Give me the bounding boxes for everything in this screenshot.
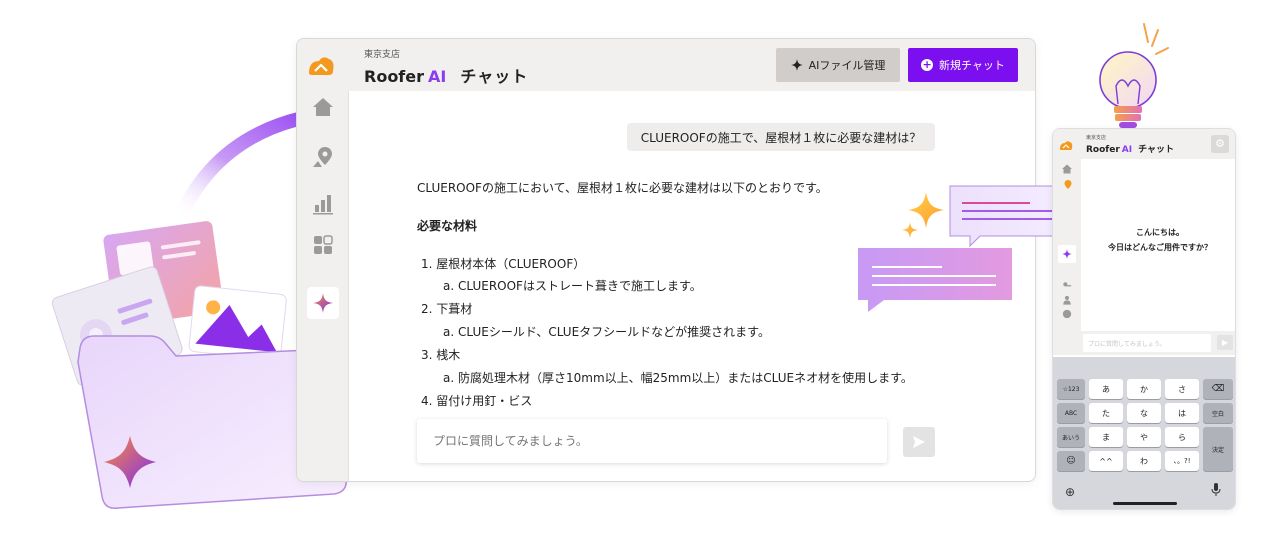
ai-file-management-label: AIファイル管理 [808,59,886,72]
phone-title-ai: AI [1121,145,1133,155]
new-chat-button[interactable]: + 新規チャット [908,48,1018,82]
list-item-3: 3. 桟木 [421,348,461,362]
user-icon[interactable] [1062,295,1072,305]
key-space[interactable]: 空白 [1203,403,1233,423]
send-icon [913,436,925,448]
map-pin-icon[interactable] [311,145,335,169]
key-backspace[interactable]: ⌫ [1203,379,1233,399]
microphone-icon[interactable] [1211,483,1221,497]
key-ra[interactable]: ら [1165,427,1199,447]
user-message-bubble: CLUEROOFの施工で、屋根材１枚に必要な建材は？ [627,123,935,151]
list-item-1: 1. 屋根材本体（CLUEROOF） [421,257,586,271]
answer-heading: 必要な材料 [417,219,478,233]
key-a[interactable]: あ [1089,379,1123,399]
chart-icon[interactable] [311,191,335,215]
phone-greeting-line-1: こんにちは。 [1136,228,1184,237]
key-icon[interactable] [1062,281,1072,291]
key-kaomoji[interactable]: ^^ [1089,451,1123,471]
sidebar [297,91,349,481]
phone-sidebar-item-ai-chat[interactable] [1058,245,1076,263]
sidebar-item-ai-chat[interactable] [307,287,339,319]
home-icon[interactable] [311,95,335,119]
key-sa[interactable]: さ [1165,379,1199,399]
roofer-logo-icon [309,57,334,75]
window-header: 東京支店 Roofer AI チャット AIファイル管理 + 新規チャット [297,39,1035,91]
phone-greeting-line-2: 今日はどんなご用件ですか？ [1108,243,1212,253]
ai-file-management-button[interactable]: AIファイル管理 [776,48,900,82]
page-title: Roofer AI チャット [364,63,528,87]
phone-send-button[interactable]: ▶ [1217,335,1233,350]
key-punctuation[interactable]: 、。?! [1165,451,1199,471]
key-ya[interactable]: や [1127,427,1161,447]
phone-settings-icon[interactable]: ⚙ [1211,135,1229,153]
phone-title-roofer: Roofer [1086,145,1120,155]
key-ta[interactable]: た [1089,403,1123,423]
phone-branch-name: 東京支店 [1086,135,1107,141]
key-kana[interactable]: あいう [1057,427,1085,447]
list-item-2: 2. 下葺材 [421,302,473,316]
list-item-4: 4. 留付け用釘・ビス [421,394,533,408]
lightbulb-icon [1099,23,1169,128]
home-icon[interactable] [1061,163,1073,175]
japanese-keyboard: ☆123 あ か さ ⌫ ABC た な は 空白 あいう ま や ら 決定 ☺… [1053,357,1235,509]
key-enter[interactable]: 決定 [1203,427,1233,471]
list-item-2-detail: a. CLUEシールド、CLUEタフシールドなどが推奨されます。 [443,325,770,339]
send-button[interactable] [903,427,935,457]
globe-icon[interactable]: ⊕ [1065,485,1075,499]
phone-sidebar [1053,159,1081,351]
plus-icon: + [921,58,934,71]
grid-apps-icon[interactable] [311,233,335,257]
key-abc[interactable]: ABC [1057,403,1085,423]
home-indicator [1113,502,1177,505]
key-wa[interactable]: わ [1127,451,1161,471]
new-chat-label: 新規チャット [939,59,1005,72]
phone-chat-input[interactable]: プロに質問してみましょう。 [1083,334,1211,352]
answer-intro: CLUEROOFの施工において、屋根材１枚に必要な建材は以下のとおりです。 [417,181,828,195]
title-roofer: Roofer [364,67,425,86]
phone-title-chat: チャット [1138,145,1175,155]
ai-star-icon [790,59,803,71]
key-na[interactable]: な [1127,403,1161,423]
title-ai: AI [428,67,447,86]
branch-name: 東京支店 [364,50,401,60]
chat-input[interactable] [417,419,887,463]
key-ma[interactable]: ま [1089,427,1123,447]
help-icon[interactable] [1062,309,1072,319]
key-ha[interactable]: は [1165,403,1199,423]
title-chat: チャット [460,67,529,86]
roofer-logo-icon [1060,141,1073,150]
key-numbers[interactable]: ☆123 [1057,379,1085,399]
ai-sparkle-icon [1062,249,1072,259]
list-item-1-detail: a. CLUEROOFはストレート葺きで施工します。 [443,279,702,293]
map-pin-icon[interactable] [1061,179,1073,191]
phone-mockup: 東京支店 Roofer AI チャット ⚙ こんにちは。 今日はどんなご用件です… [1052,128,1236,510]
phone-greeting: こんにちは。 今日はどんなご用件ですか？ [1083,225,1235,255]
list-item-3-detail: a. 防腐処理木材（厚さ10mm以上、幅25mm以上）またはCLUEネオ材を使用… [443,371,913,385]
ai-sparkle-icon [313,293,333,313]
phone-page-title: Roofer AI チャット [1086,142,1174,155]
key-emoji[interactable]: ☺ [1057,451,1085,471]
phone-header: 東京支店 Roofer AI チャット ⚙ [1053,129,1235,159]
key-ka[interactable]: か [1127,379,1161,399]
